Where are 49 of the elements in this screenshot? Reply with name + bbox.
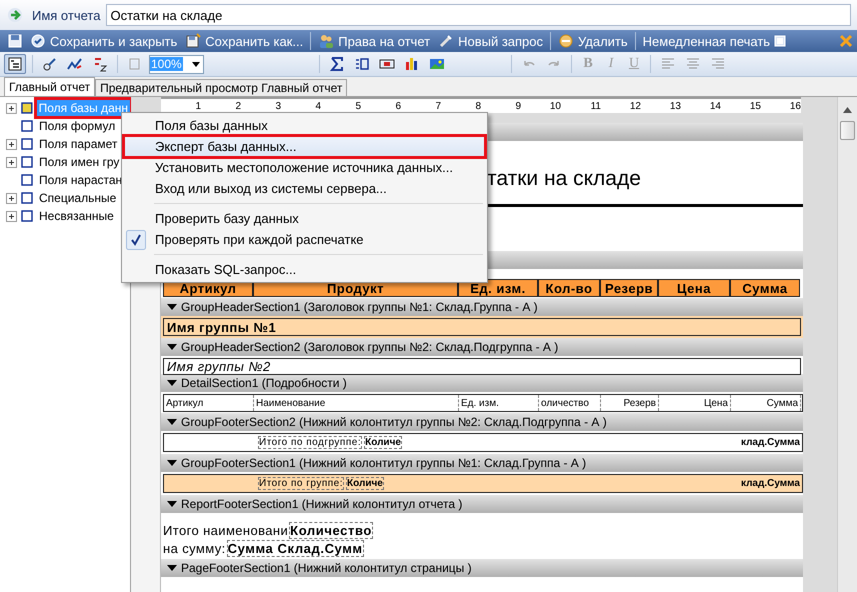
- column-header: Ед. изм.: [458, 279, 538, 297]
- ruler-number: 1: [194, 100, 201, 112]
- ruler-number: 11: [590, 100, 601, 112]
- ruler-number: 12: [628, 100, 641, 112]
- ruler-number: 3: [274, 100, 281, 112]
- sum-field: клад.Сумма: [740, 437, 800, 448]
- ruler-number: 5: [354, 100, 361, 112]
- group-name-field: Имя группы №1: [163, 318, 801, 336]
- section-label: ReportFooterSection1 (Нижний колонтитул отчета ): [181, 497, 462, 511]
- ruler-number: 6: [394, 100, 401, 112]
- column-header: Цена: [658, 279, 730, 297]
- column-header: Кол-во: [538, 279, 600, 297]
- sum-field: клад.Сумма: [740, 478, 800, 489]
- ruler-number: 4: [314, 100, 321, 112]
- ruler-number: 14: [708, 100, 721, 112]
- detail-field: Наименование: [254, 395, 459, 411]
- section-label: PageFooterSection1 (Нижний колонтитул страницы ): [181, 561, 472, 575]
- quantity-field: Количе: [364, 436, 402, 449]
- ruler-number: 10: [548, 100, 561, 112]
- section-label: GroupFooterSection2 (Нижний колонтитул группы №2: Склад.Подгруппа - А ): [181, 415, 607, 429]
- detail-field: Сумма: [731, 395, 801, 411]
- quantity-field: Количе: [346, 477, 384, 490]
- section-label: DetailSection1 (Подробности ): [181, 376, 347, 390]
- ruler-number: 15: [748, 100, 761, 112]
- ruler-number: 13: [668, 100, 681, 112]
- summary-field: Сумма Склад.Сумм: [226, 540, 364, 556]
- column-header: Резерв: [600, 279, 658, 297]
- ruler-number: 8: [474, 100, 481, 112]
- detail-field: Артикул: [164, 395, 254, 411]
- totals-label: Итого по группе:: [258, 477, 344, 490]
- section-label: GroupHeaderSection1 (Заголовок группы №1: Склад.Группа - А ): [181, 300, 538, 314]
- report-name-label: Имя отчета: [32, 8, 100, 22]
- section-label: GroupFooterSection1 (Нижний колонтитул группы №1: Склад.Группа - А ): [181, 456, 586, 470]
- detail-field: Ед. изм.: [459, 395, 539, 411]
- totals-label: Итого по подгруппе:: [258, 436, 362, 449]
- ruler-number: 7: [434, 100, 441, 112]
- column-header: Сумма: [730, 279, 800, 297]
- summary-label: на сумму:: [163, 540, 226, 556]
- detail-field: оличество: [539, 395, 601, 411]
- ruler-number: 2: [234, 100, 241, 112]
- detail-field: Цена: [659, 395, 731, 411]
- summary-label: Итого наименовани: [163, 522, 288, 538]
- summary-field: Количество: [289, 522, 373, 538]
- section-label: GroupHeaderSection2 (Заголовок группы №2: Склад.Подгруппа - А ): [181, 340, 558, 354]
- report-title: татки на складе: [487, 167, 641, 191]
- group-name-field: Имя группы №2: [163, 358, 801, 375]
- ruler-number: 9: [514, 100, 521, 112]
- detail-field: Резерв: [601, 395, 659, 411]
- ruler-number: 16: [788, 100, 801, 112]
